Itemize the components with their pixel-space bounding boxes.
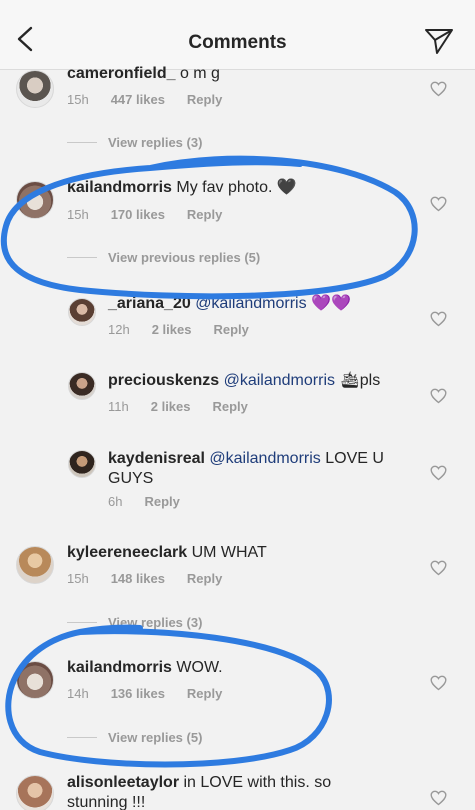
header-bar: Comments: [0, 0, 475, 70]
view-previous-replies-link[interactable]: View previous replies (5): [108, 250, 260, 265]
comment-time: 12h: [108, 322, 130, 337]
view-replies-link[interactable]: View replies (3): [108, 615, 202, 630]
heart-icon[interactable]: [430, 790, 447, 806]
heart-icon[interactable]: [430, 675, 447, 691]
comment-meta: 12h 2 likes Reply: [108, 322, 271, 337]
divider: [67, 257, 97, 258]
likes-count[interactable]: 2 likes: [151, 399, 191, 414]
avatar[interactable]: [16, 775, 54, 810]
heart-icon[interactable]: [430, 196, 447, 212]
comment-time: 15h: [67, 207, 89, 222]
comment-text: _ariana_20 @kailandmorris 💜💜: [108, 294, 351, 314]
comment-meta: 11h 2 likes Reply: [108, 399, 270, 414]
send-icon[interactable]: [424, 27, 454, 55]
reply-button[interactable]: Reply: [187, 207, 222, 222]
comment-time: 6h: [108, 494, 123, 509]
comment-text: cameronfield_ o m g: [67, 64, 220, 84]
comment-body: o m g: [179, 65, 220, 82]
comment-body: 🛳pls: [339, 372, 381, 389]
comment-time: 11h: [108, 399, 129, 414]
divider: [67, 737, 97, 738]
avatar[interactable]: [68, 450, 96, 478]
reply-button[interactable]: Reply: [213, 322, 248, 337]
comment-text: kailandmorris My fav photo. 🖤: [67, 178, 297, 198]
avatar[interactable]: [16, 661, 54, 699]
comment-text: kyleereneeclark UM WHAT: [67, 543, 267, 563]
comment-text: kailandmorris WOW.: [67, 658, 223, 678]
view-replies-link[interactable]: View replies (5): [108, 730, 202, 745]
view-replies-link[interactable]: View replies (3): [108, 135, 202, 150]
comment-body: UM WHAT: [191, 544, 267, 561]
mention-link[interactable]: @kailandmorris: [224, 372, 335, 389]
comment-text: preciouskenzs @kailandmorris 🛳pls: [108, 371, 380, 391]
reply-button[interactable]: Reply: [187, 571, 222, 586]
divider: [67, 622, 97, 623]
heart-icon[interactable]: [430, 81, 447, 97]
comment-username[interactable]: cameronfield_: [67, 65, 175, 82]
likes-count[interactable]: 170 likes: [111, 207, 165, 222]
comment-username[interactable]: kyleereneeclark: [67, 544, 187, 561]
comment-username[interactable]: kailandmorris: [67, 659, 172, 676]
avatar[interactable]: [16, 181, 54, 219]
avatar[interactable]: [16, 546, 54, 584]
comment-text: alisonleetaylor in LOVE with this. so st…: [67, 773, 357, 810]
comment-meta: 15h 170 likes Reply: [67, 207, 244, 222]
comment-meta: 15h 148 likes Reply: [67, 571, 244, 586]
comment-body: My fav photo. 🖤: [176, 179, 297, 196]
comment-username[interactable]: alisonleetaylor: [67, 774, 179, 791]
comment-body: 💜💜: [311, 295, 351, 312]
mention-link[interactable]: @kailandmorris: [195, 295, 306, 312]
comment-time: 15h: [67, 92, 89, 107]
comment-username[interactable]: kailandmorris: [67, 179, 172, 196]
comment-time: 14h: [67, 686, 89, 701]
comment-username[interactable]: preciouskenzs: [108, 372, 219, 389]
comment-meta: 15h 447 likes Reply: [67, 92, 244, 107]
likes-count[interactable]: 447 likes: [111, 92, 165, 107]
mention-link[interactable]: @kailandmorris: [209, 450, 320, 467]
comment-username[interactable]: _ariana_20: [108, 295, 191, 312]
likes-count[interactable]: 136 likes: [111, 686, 165, 701]
comment-time: 15h: [67, 571, 89, 586]
reply-button[interactable]: Reply: [144, 494, 179, 509]
heart-icon[interactable]: [430, 560, 447, 576]
avatar[interactable]: [16, 70, 54, 108]
reply-button[interactable]: Reply: [213, 399, 248, 414]
likes-count[interactable]: 2 likes: [152, 322, 192, 337]
avatar[interactable]: [68, 298, 96, 326]
avatar[interactable]: [68, 372, 96, 400]
comment-username[interactable]: kaydenisreal: [108, 450, 205, 467]
likes-count[interactable]: 148 likes: [111, 571, 165, 586]
comment-meta: 14h 136 likes Reply: [67, 686, 244, 701]
divider: [67, 142, 97, 143]
comment-body: WOW.: [176, 659, 223, 676]
heart-icon[interactable]: [430, 311, 447, 327]
reply-button[interactable]: Reply: [187, 92, 222, 107]
heart-icon[interactable]: [430, 465, 447, 481]
comment-meta: 6h Reply: [108, 494, 202, 509]
comment-text: kaydenisreal @kailandmorris LOVE U GUYS: [108, 449, 398, 489]
reply-button[interactable]: Reply: [187, 686, 222, 701]
page-title: Comments: [188, 32, 287, 53]
heart-icon[interactable]: [430, 388, 447, 404]
